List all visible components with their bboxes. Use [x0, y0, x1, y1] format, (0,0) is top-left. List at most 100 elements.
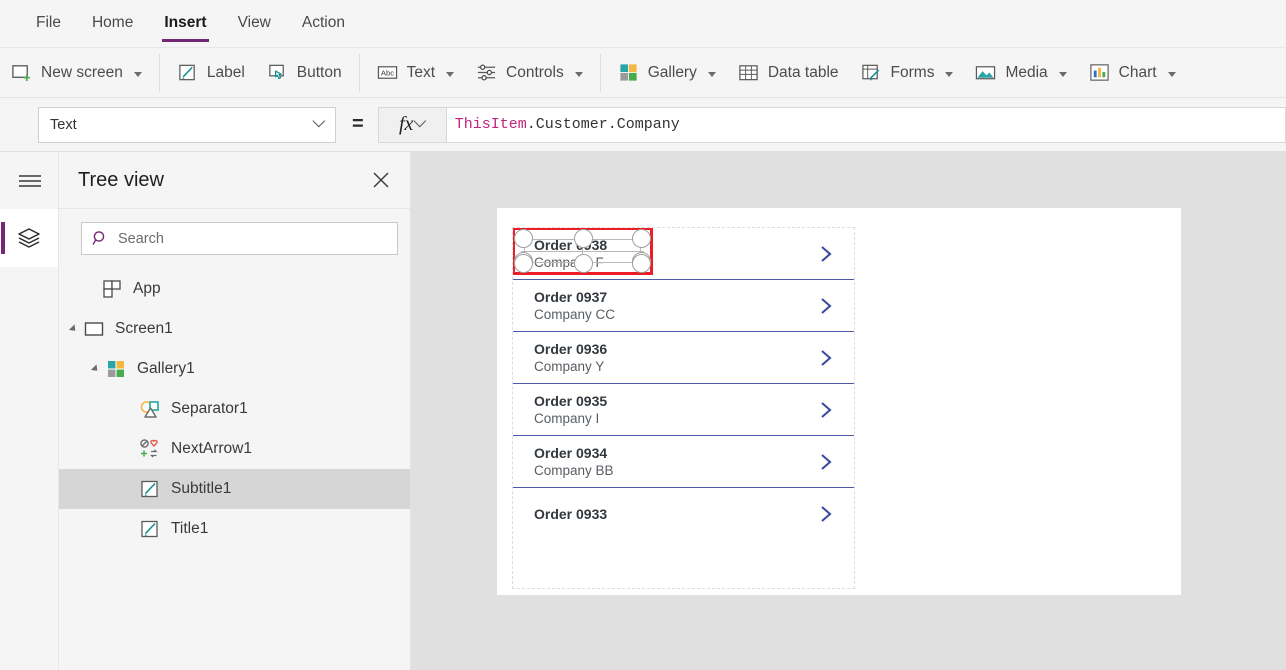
- search-placeholder: Search: [118, 230, 164, 247]
- hamburger-icon: [18, 174, 41, 187]
- ribbon-text-label: Text: [406, 63, 436, 81]
- formula-input[interactable]: ThisItem .Customer.Company: [445, 106, 1286, 143]
- next-arrow-icon[interactable]: [818, 451, 834, 473]
- gallery-row-subtitle[interactable]: Company CC: [534, 306, 818, 323]
- next-arrow-icon[interactable]: [818, 347, 834, 369]
- gallery-icon: [620, 64, 637, 81]
- tree-item-app[interactable]: App: [59, 269, 410, 309]
- ribbon-media-button[interactable]: Media: [964, 54, 1077, 92]
- next-arrow-icon[interactable]: [818, 295, 834, 317]
- next-arrow-icon[interactable]: [818, 243, 834, 265]
- fx-button[interactable]: fx: [377, 106, 446, 143]
- next-arrow-icon[interactable]: [818, 399, 834, 421]
- gallery-row-title[interactable]: Order 0935: [534, 393, 818, 410]
- app-canvas[interactable]: Order 0938 Company F Order 0937 Company …: [497, 208, 1181, 595]
- resize-handle-middle-left[interactable]: [514, 252, 533, 271]
- expander-placeholder: [121, 521, 137, 537]
- ribbon-forms-button[interactable]: Forms: [850, 54, 965, 92]
- chevron-down-icon[interactable]: [1167, 71, 1176, 77]
- gallery-row-title[interactable]: Order 0936: [534, 341, 818, 358]
- menu-item-file[interactable]: File: [34, 10, 63, 38]
- gallery-row[interactable]: Order 0935 Company I: [513, 384, 854, 436]
- controls-icon: [477, 64, 496, 81]
- gallery-row-texts: Order 0938 Company F: [534, 237, 818, 271]
- ribbon-button-label: Button: [296, 63, 342, 81]
- data-table-icon: [739, 65, 758, 81]
- resize-handle-bottom-left[interactable]: [514, 254, 533, 273]
- gallery-icon: [108, 361, 124, 377]
- expander-placeholder: [83, 281, 99, 297]
- app-icon: [103, 280, 121, 298]
- tree-item-separator1[interactable]: Separator1: [59, 389, 410, 429]
- expander-expanded-icon[interactable]: [65, 321, 81, 337]
- equals-sign: =: [352, 113, 364, 135]
- close-icon[interactable]: [370, 169, 392, 191]
- ribbon-data-table-button[interactable]: Data table: [727, 54, 850, 92]
- expander-expanded-icon[interactable]: [87, 361, 103, 377]
- label-edit-icon: [141, 480, 158, 498]
- chevron-down-icon[interactable]: [133, 71, 142, 77]
- ribbon-new-screen-button[interactable]: New screen: [0, 54, 153, 92]
- new-screen-icon: [12, 65, 31, 82]
- tree-view-title: Tree view: [78, 168, 164, 191]
- ribbon-controls-label: Controls: [506, 63, 564, 81]
- chevron-down-icon[interactable]: [446, 71, 455, 77]
- ribbon-label-label: Label: [206, 63, 245, 81]
- gallery-row-subtitle[interactable]: Company BB: [534, 462, 818, 479]
- tree-item-screen1[interactable]: Screen1: [59, 309, 410, 349]
- gallery-row-title[interactable]: Order 0938: [534, 237, 818, 254]
- gallery-row-title[interactable]: Order 0933: [534, 506, 818, 523]
- gallery-row[interactable]: Order 0933: [513, 488, 854, 540]
- chevron-down-icon[interactable]: [707, 71, 716, 77]
- ribbon-label-button[interactable]: Label: [166, 54, 256, 92]
- insert-ribbon: New screen Label Button Abc Text Control…: [0, 48, 1286, 98]
- menu-item-home[interactable]: Home: [90, 10, 135, 38]
- gallery-row-subtitle[interactable]: Company I: [534, 410, 818, 427]
- gallery-row-subtitle[interactable]: Company F: [534, 254, 818, 271]
- ribbon-text-button[interactable]: Abc Text: [366, 54, 465, 92]
- gallery-row-title[interactable]: Order 0937: [534, 289, 818, 306]
- gallery-row-subtitle[interactable]: Company Y: [534, 358, 818, 375]
- ribbon-gallery-button[interactable]: Gallery: [607, 54, 727, 92]
- forms-icon: [861, 64, 879, 81]
- rail-button-tree-view[interactable]: [0, 209, 58, 267]
- label-edit-icon: [141, 520, 158, 538]
- resize-handle-top-left[interactable]: [514, 229, 533, 248]
- expander-placeholder: [121, 401, 137, 417]
- chevron-down-icon[interactable]: [1058, 71, 1067, 77]
- ribbon-chart-button[interactable]: Chart: [1078, 54, 1187, 92]
- chevron-down-icon: [413, 114, 427, 128]
- menu-item-action[interactable]: Action: [300, 10, 347, 38]
- gallery-row-texts: Order 0935 Company I: [534, 393, 818, 427]
- tree-item-gallery1[interactable]: Gallery1: [59, 349, 410, 389]
- gallery-row[interactable]: Order 0937 Company CC: [513, 280, 854, 332]
- gallery-row[interactable]: Order 0936 Company Y: [513, 332, 854, 384]
- powerapps-studio: File Home Insert View Action New screen …: [0, 0, 1286, 670]
- tree-view-panel: Tree view Search App Screen1 Gallery1 Se…: [59, 152, 411, 670]
- search-input[interactable]: Search: [81, 222, 398, 255]
- chevron-down-icon[interactable]: [945, 71, 954, 77]
- tree-item-title1[interactable]: Title1: [59, 509, 410, 549]
- formula-token-rest: .Customer.Company: [526, 116, 680, 133]
- media-icon: [976, 66, 996, 80]
- ribbon-divider: [158, 53, 160, 92]
- gallery-row[interactable]: Order 0938 Company F: [513, 228, 854, 280]
- menu-item-view[interactable]: View: [236, 10, 273, 38]
- formula-bar: Text = fx ThisItem .Customer.Company: [0, 98, 1286, 152]
- property-selector[interactable]: Text: [38, 106, 336, 143]
- gallery-row-title[interactable]: Order 0934: [534, 445, 818, 462]
- ribbon-controls-button[interactable]: Controls: [465, 54, 594, 92]
- ribbon-button-button[interactable]: Button: [256, 54, 353, 92]
- screen-icon: [84, 322, 104, 336]
- chevron-down-icon[interactable]: [574, 71, 583, 77]
- menu-item-insert[interactable]: Insert: [162, 10, 209, 42]
- gallery-row-texts: Order 0937 Company CC: [534, 289, 818, 323]
- hamburger-menu-button[interactable]: [0, 152, 59, 209]
- gallery-control[interactable]: Order 0938 Company F Order 0937 Company …: [512, 227, 855, 589]
- ribbon-media-label: Media: [1005, 63, 1048, 81]
- gallery-row[interactable]: Order 0934 Company BB: [513, 436, 854, 488]
- label-icon: [179, 64, 195, 81]
- tree-item-nextarrow1[interactable]: NextArrow1: [59, 429, 410, 469]
- tree-item-subtitle1[interactable]: Subtitle1: [59, 469, 410, 509]
- next-arrow-icon[interactable]: [818, 503, 834, 525]
